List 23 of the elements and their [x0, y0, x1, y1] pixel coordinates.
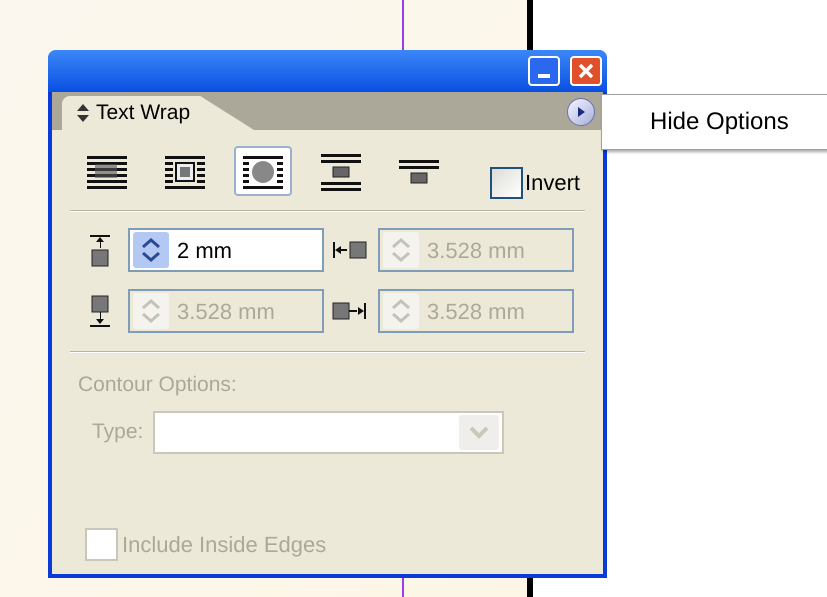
text-wrap-icon [321, 152, 361, 190]
text-wrap-icon [165, 154, 205, 188]
text-wrap-icon [243, 154, 283, 188]
close-icon [577, 62, 595, 80]
spinner-arrows-icon[interactable] [133, 232, 169, 268]
bottom-offset-icon [88, 294, 112, 328]
text-wrap-icon [87, 154, 127, 188]
offset-field[interactable]: 2 mm [128, 228, 324, 272]
minimize-icon [538, 74, 550, 78]
text-wrap-icon [399, 158, 439, 184]
wrap-option-button[interactable] [234, 146, 292, 196]
invert-label: Invert [525, 168, 580, 196]
checkbox-label: Include Inside Edges [122, 530, 326, 559]
top-offset-icon [88, 234, 112, 266]
close-button[interactable] [570, 56, 602, 86]
sort-arrows-icon [76, 103, 90, 123]
type-label: Type: [92, 419, 144, 446]
invert-checkbox[interactable] [490, 166, 523, 198]
chevron-down-icon [459, 414, 500, 450]
section-label: Contour Options: [78, 372, 238, 398]
menu-item[interactable]: Hide Options [650, 104, 789, 140]
minimize-button[interactable] [528, 56, 560, 86]
play-icon [576, 106, 586, 118]
